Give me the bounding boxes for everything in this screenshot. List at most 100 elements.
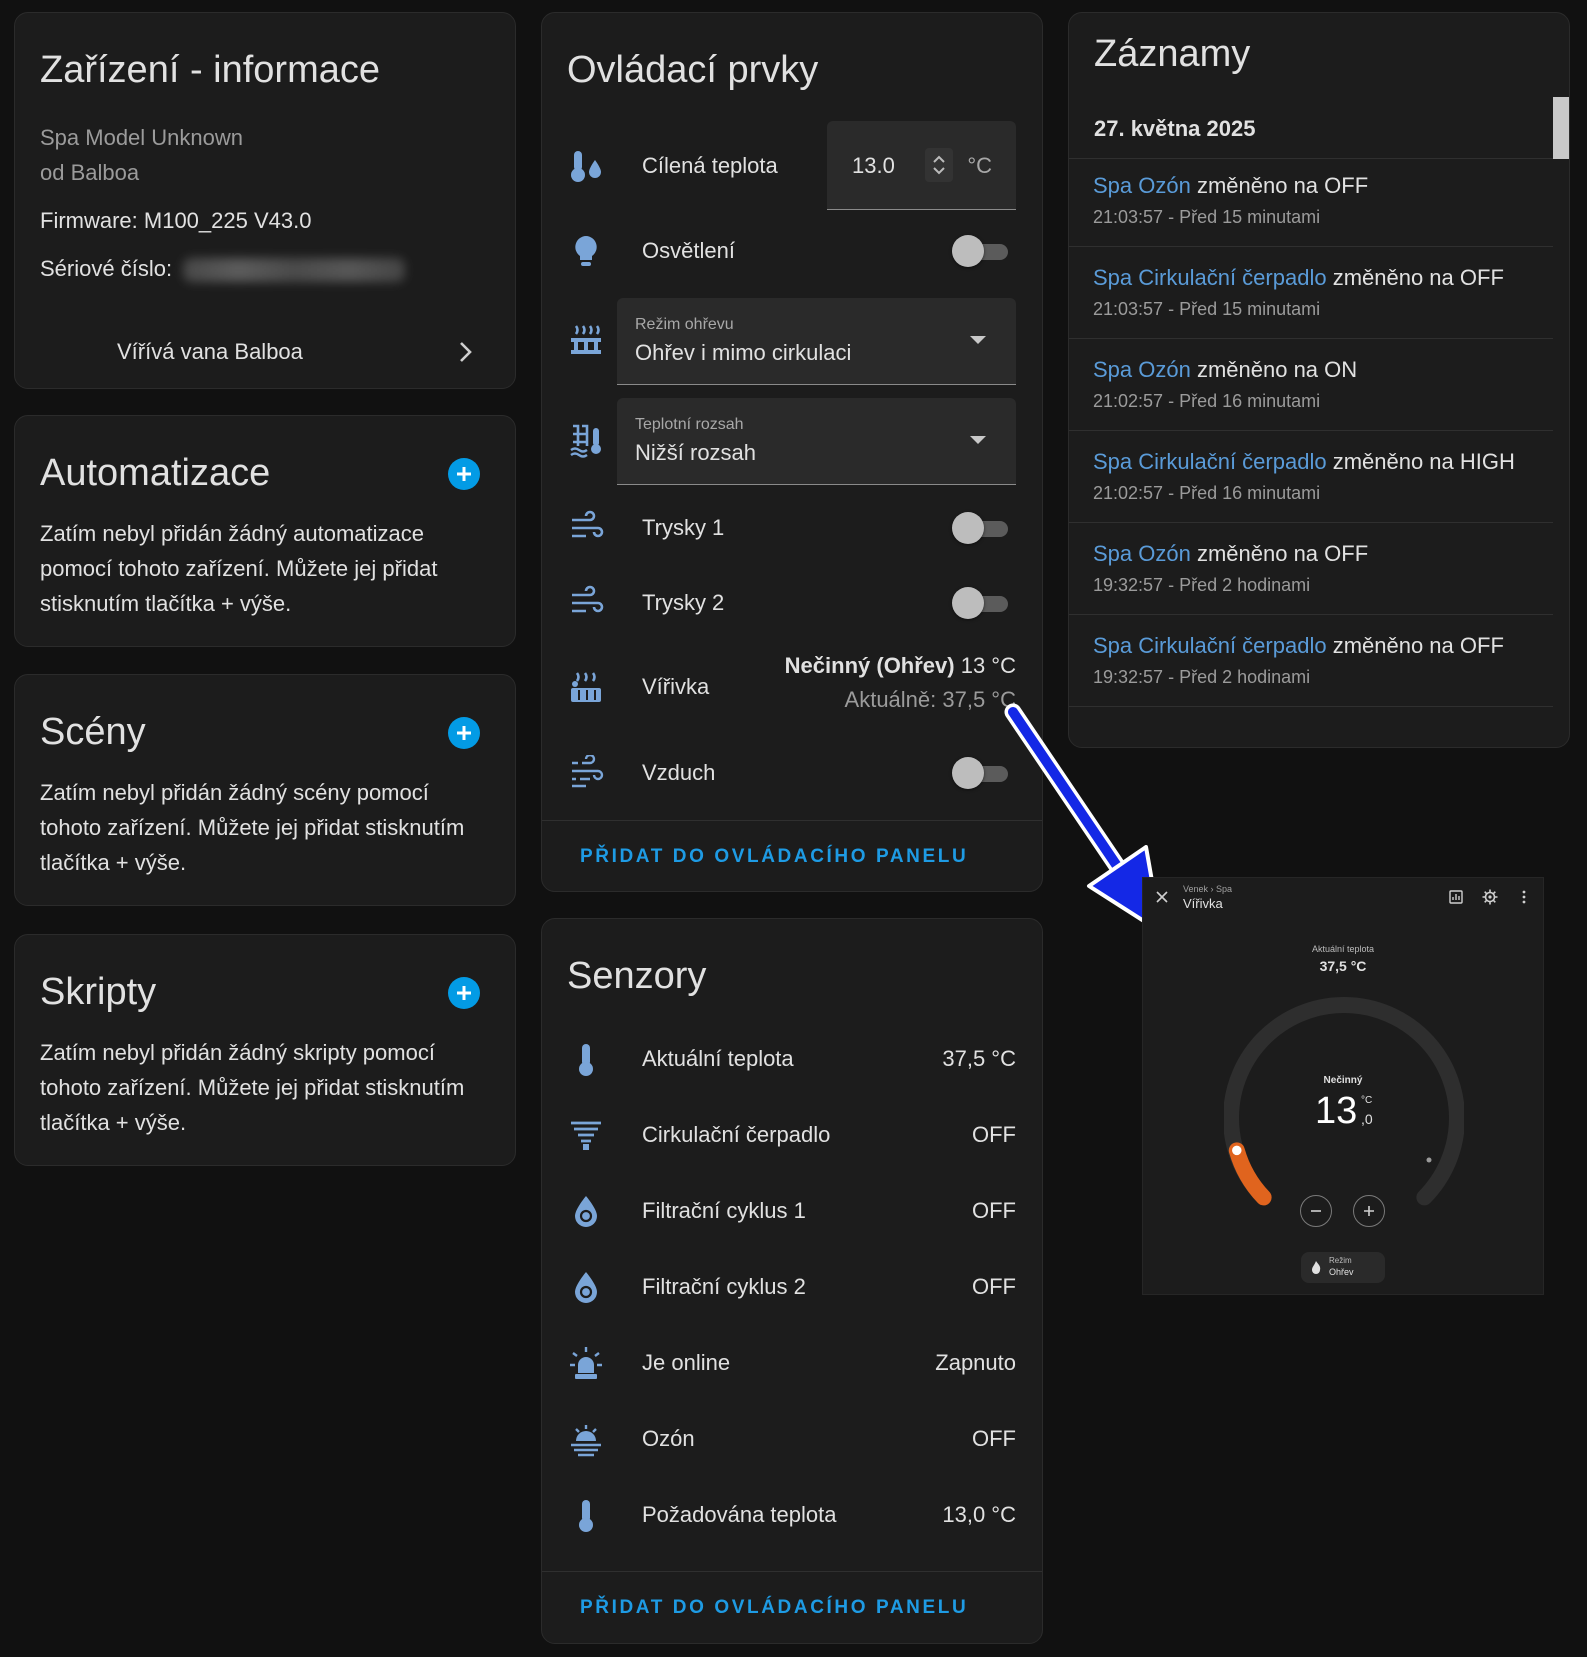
temp-range-label: Teplotní rozsah [635, 416, 744, 433]
device-firmware: Firmware: M100_225 V43.0 [40, 208, 312, 233]
sensor-row[interactable]: Ozón OFF [542, 1409, 1042, 1469]
dialog-current-value: 37,5 °C [1319, 958, 1367, 974]
controls-card: Ovládací prvky Cílená teplota 13.0 °C Os… [541, 12, 1043, 892]
add-script-button[interactable] [448, 977, 480, 1009]
logbook-entity-link[interactable]: Spa Cirkulační čerpadlo [1093, 449, 1327, 474]
scenes-empty-text: Zatím nebyl přidán žádný scény pomocí to… [40, 780, 465, 875]
device-link-label: Vířívá vana Balboa [117, 339, 303, 364]
minus-icon [1311, 1210, 1321, 1212]
logbook-entity-link[interactable]: Spa Cirkulační čerpadlo [1093, 633, 1327, 658]
whirlpool-label: Vířivka [642, 674, 710, 699]
heat-mode-select[interactable]: Režim ohřevu Ohřev i mimo cirkulaci [617, 298, 1016, 385]
logbook-card: Záznamy 27. května 2025 Spa Ozón změněno… [1068, 12, 1570, 748]
decrease-button[interactable] [1300, 1195, 1332, 1227]
whirlpool-row[interactable]: Vířivka Nečinný (Ohřev) 13 °C Aktuálně: … [542, 649, 1042, 725]
logbook-change-text: změněno na OFF [1326, 265, 1504, 290]
sensor-row[interactable]: Požadována teplota 13,0 °C [542, 1485, 1042, 1545]
logbook-date: 27. května 2025 [1094, 116, 1256, 141]
logbook-entity-link[interactable]: Spa Ozón [1093, 541, 1191, 566]
dropdown-arrow-icon [970, 436, 986, 444]
increase-button[interactable] [1353, 1195, 1385, 1227]
logbook-entry: Spa Ozón změněno na OFF 21:03:57 - Před … [1069, 159, 1553, 247]
sensors-title: Senzory [567, 955, 707, 997]
lighting-toggle[interactable] [952, 235, 1008, 267]
temp-range-select[interactable]: Teplotní rozsah Nižší rozsah [617, 398, 1016, 485]
sensor-value: 37,5 °C [942, 1046, 1016, 1071]
add-automation-button[interactable] [448, 458, 480, 490]
alarm-light-icon [566, 1343, 606, 1383]
whirlpool-current: Aktuálně: 37,5 °C [844, 687, 1016, 712]
logbook-time: 21:03:57 - Před 15 minutami [1093, 299, 1321, 319]
dialog-target-dec: ,0 [1361, 1111, 1373, 1127]
sensor-label: Ozón [642, 1426, 695, 1451]
controls-add-to-dashboard-button[interactable]: PŘIDAT DO OVLÁDACÍHO PANELU [580, 846, 968, 868]
sensors-add-to-dashboard-button[interactable]: PŘIDAT DO OVLÁDACÍHO PANELU [580, 1597, 968, 1619]
thermometer-water-icon [566, 146, 606, 186]
logbook-time: 21:02:57 - Před 16 minutami [1093, 483, 1321, 503]
more-vert-icon[interactable] [1521, 890, 1527, 904]
plus-icon [1364, 1206, 1374, 1216]
whirlpool-state-bold: Nečinný (Ohřev) [784, 653, 955, 678]
device-serial-blurred [183, 258, 405, 282]
target-temp-input[interactable]: 13.0 °C [827, 121, 1016, 210]
sensor-row[interactable]: Je online Zapnuto [542, 1333, 1042, 1393]
dialog-target-int: 13 [1315, 1090, 1358, 1132]
target-temp-value: 13.0 [852, 153, 895, 178]
automations-title: Automatizace [40, 452, 271, 494]
logbook-change-text: změněno na HIGH [1326, 449, 1515, 474]
lighting-label: Osvětlení [642, 238, 735, 263]
logbook-entity-link[interactable]: Spa Ozón [1093, 173, 1191, 198]
logbook-title: Záznamy [1094, 33, 1251, 75]
jets-icon [566, 508, 606, 548]
automations-empty-text: Zatím nebyl přidán žádný automatizace po… [40, 521, 438, 616]
scenes-card: Scény Zatím nebyl přidán žádný scény pom… [14, 674, 516, 906]
sensor-label: Aktuální teplota [642, 1046, 794, 1071]
add-scene-button[interactable] [448, 717, 480, 749]
jets2-row: Trysky 2 [542, 573, 1042, 633]
sensor-label: Filtrační cyklus 1 [642, 1198, 806, 1223]
target-temp-unit: °C [967, 153, 992, 178]
heat-mode-row: Režim ohřevu Ohřev i mimo cirkulaci [542, 298, 1042, 386]
chart-box-icon[interactable] [1449, 890, 1463, 904]
sensor-value: OFF [972, 1274, 1016, 1299]
pump-icon [566, 1115, 606, 1155]
target-temp-label: Cílená teplota [642, 153, 778, 178]
climate-dialog-preview: Venek › Spa Vířivka Aktuální teplota 37,… [1142, 877, 1544, 1295]
mode-chip[interactable]: Režim Ohřev [1301, 1252, 1385, 1283]
jets1-toggle[interactable] [952, 512, 1008, 544]
sensor-value: Zapnuto [935, 1350, 1016, 1375]
gear-icon[interactable] [1482, 889, 1498, 905]
logbook-entry: Spa Cirkulační čerpadlo změněno na OFF 1… [1069, 619, 1553, 707]
air-label: Vzduch [642, 760, 716, 785]
logbook-change-text: změněno na OFF [1190, 541, 1369, 566]
logbook-entity-link[interactable]: Spa Ozón [1093, 357, 1191, 382]
logbook-change-text: změněno na OFF [1326, 633, 1504, 658]
device-manufacturer: od Balboa [40, 160, 140, 185]
logbook-scrollbar[interactable] [1553, 97, 1569, 159]
sensor-row[interactable]: Filtrační cyklus 1 OFF [542, 1181, 1042, 1241]
target-temp-row: Cílená teplota 13.0 °C [542, 121, 1042, 211]
stepper-arrows-icon[interactable] [925, 148, 953, 182]
dialog-breadcrumb: Venek › Spa [1183, 884, 1233, 894]
sensor-value: OFF [972, 1426, 1016, 1451]
scenes-title: Scény [40, 711, 146, 753]
controls-divider [542, 820, 1042, 821]
automations-card: Automatizace Zatím nebyl přidán žádný au… [14, 415, 516, 647]
radiator-icon [568, 322, 604, 358]
logbook-change-text: změněno na OFF [1190, 173, 1369, 198]
sensor-row[interactable]: Cirkulační čerpadlo OFF [542, 1105, 1042, 1165]
sensor-row[interactable]: Filtrační cyklus 2 OFF [542, 1257, 1042, 1317]
chevron-right-icon [455, 339, 475, 365]
device-link[interactable]: Vířívá vana Balboa [15, 331, 515, 371]
temp-range-value: Nižší rozsah [635, 440, 757, 465]
jets1-label: Trysky 1 [642, 515, 725, 540]
close-icon[interactable] [1155, 890, 1169, 904]
lighting-row: Osvětlení [542, 221, 1042, 281]
jets2-toggle[interactable] [952, 587, 1008, 619]
sensor-value: OFF [972, 1198, 1016, 1223]
sensor-row[interactable]: Aktuální teplota 37,5 °C [542, 1029, 1042, 1089]
air-row: Vzduch [542, 743, 1042, 803]
logbook-entity-link[interactable]: Spa Cirkulační čerpadlo [1093, 265, 1327, 290]
plus-icon [457, 467, 471, 481]
sensor-label: Cirkulační čerpadlo [642, 1122, 831, 1147]
